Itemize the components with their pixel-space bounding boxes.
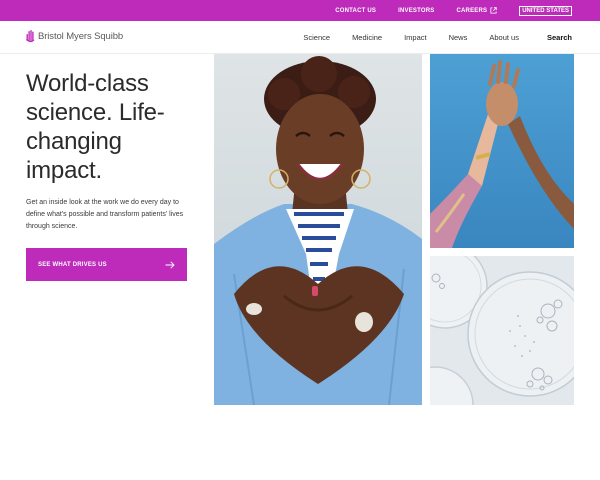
- hero-title-line-4: impact.: [26, 157, 102, 184]
- nav-science[interactable]: Science: [303, 33, 330, 42]
- careers-link-label: CAREERS: [456, 7, 488, 14]
- hero-title: World-class science. Life- changing impa…: [26, 69, 201, 185]
- raised-hands-photo: [430, 54, 574, 248]
- contact-us-link[interactable]: CONTACT US: [335, 8, 376, 14]
- careers-link[interactable]: CAREERS: [456, 7, 497, 14]
- nav-news[interactable]: News: [449, 33, 468, 42]
- logo[interactable]: Bristol Myers Squibb: [26, 30, 123, 43]
- region-selector[interactable]: UNITED STATES: [519, 5, 572, 16]
- main-nav: Science Medicine Impact News About us Se…: [303, 21, 572, 54]
- hero-title-line-1: World-class: [26, 70, 149, 97]
- search-button[interactable]: Search: [547, 33, 572, 42]
- utility-bar: CONTACT US INVESTORS CAREERS UNITED STAT…: [0, 0, 600, 21]
- hand-logo-icon: [26, 30, 35, 43]
- nav-medicine[interactable]: Medicine: [352, 33, 382, 42]
- hero-title-line-2: science. Life-: [26, 99, 165, 126]
- nav-impact[interactable]: Impact: [404, 33, 427, 42]
- external-link-icon: [490, 7, 497, 14]
- arrow-right-icon: [165, 260, 175, 269]
- hero-description: Get an inside look at the work we do eve…: [26, 199, 184, 230]
- nav-about-us[interactable]: About us: [489, 33, 519, 42]
- hero-title-line-3: changing: [26, 128, 122, 155]
- see-what-drives-us-button[interactable]: SEE WHAT DRIVES US: [26, 248, 187, 281]
- woman-heart-hands-photo: [214, 54, 422, 405]
- logo-text: Bristol Myers Squibb: [38, 31, 124, 42]
- main-header: Bristol Myers Squibb Science Medicine Im…: [0, 21, 600, 54]
- cta-label: SEE WHAT DRIVES US: [38, 261, 107, 268]
- investors-link[interactable]: INVESTORS: [398, 8, 434, 14]
- petri-dishes-photo: [430, 256, 574, 405]
